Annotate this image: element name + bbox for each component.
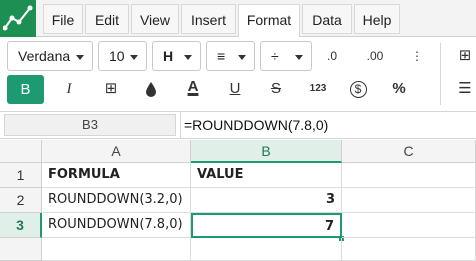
menu-format[interactable]: Format bbox=[238, 4, 300, 38]
select-all-corner[interactable] bbox=[0, 140, 42, 163]
bold-button[interactable]: B bbox=[7, 75, 44, 104]
table-icon[interactable]: ⊞ bbox=[451, 42, 476, 70]
italic-icon[interactable]: I bbox=[55, 75, 83, 103]
formula-input[interactable]: =ROUNDDOWN(7.8,0) bbox=[184, 114, 328, 136]
menu-view[interactable]: View bbox=[131, 4, 179, 34]
number-format-icon[interactable]: 123 bbox=[304, 75, 332, 103]
chevron-down-icon bbox=[76, 55, 84, 60]
cell-c3[interactable] bbox=[342, 213, 476, 238]
list-icon[interactable]: ☰ bbox=[451, 75, 476, 103]
decrease-decimals-icon[interactable]: .0 bbox=[318, 42, 346, 70]
row-header-3[interactable]: 3 bbox=[0, 213, 42, 238]
menu-help[interactable]: Help bbox=[354, 4, 400, 34]
font-size-select[interactable]: 10 bbox=[98, 41, 147, 71]
currency-icon[interactable]: $ bbox=[344, 75, 372, 103]
menu-data[interactable]: Data bbox=[302, 4, 352, 34]
merge-cells-icon: ÷ bbox=[271, 48, 279, 64]
vertical-align-select[interactable]: ≡ bbox=[206, 41, 255, 71]
cell-a3[interactable]: ROUNDDOWN(7.8,0) bbox=[42, 213, 191, 238]
spreadsheet-grid: A B C 1 FORMULA VALUE 2 ROUNDDOWN(3.2,0)… bbox=[0, 140, 476, 261]
cell-b3[interactable]: 7 bbox=[191, 213, 342, 238]
cell-c2[interactable] bbox=[342, 188, 476, 213]
chevron-down-icon bbox=[295, 55, 303, 60]
borders-icon[interactable]: ⊞ bbox=[97, 75, 125, 103]
currency-symbol: $ bbox=[349, 81, 367, 98]
cell-b2[interactable]: 3 bbox=[191, 188, 342, 213]
column-header-c[interactable]: C bbox=[342, 140, 476, 163]
font-family-select[interactable]: Verdana bbox=[7, 41, 93, 71]
formula-bar-divider bbox=[180, 112, 181, 139]
text-color-icon[interactable]: A bbox=[179, 73, 207, 101]
toolbar-divider bbox=[440, 43, 441, 105]
strikethrough-icon[interactable]: S bbox=[262, 75, 290, 103]
toolbar: Verdana 10 H ≡ ÷ .0 .00 ⋮ ⊞ B I ⊞ A U S … bbox=[0, 37, 476, 111]
formula-bar: B3 =ROUNDDOWN(7.8,0) bbox=[0, 111, 476, 139]
row-header-2[interactable]: 2 bbox=[0, 188, 42, 213]
menu-edit[interactable]: Edit bbox=[85, 4, 129, 34]
cell-c4[interactable] bbox=[342, 238, 476, 261]
app-logo-icon bbox=[3, 5, 33, 31]
cell-b4[interactable] bbox=[191, 238, 342, 261]
column-header-b[interactable]: B bbox=[191, 140, 342, 163]
fill-color-icon[interactable] bbox=[137, 75, 165, 103]
cell-a1[interactable]: FORMULA bbox=[42, 163, 191, 188]
align-horizontal-icon: H bbox=[163, 48, 174, 64]
font-size-value: 10 bbox=[109, 48, 125, 64]
row-header-1[interactable]: 1 bbox=[0, 163, 42, 188]
chevron-down-icon bbox=[130, 55, 138, 60]
menu-insert[interactable]: Insert bbox=[181, 4, 236, 34]
cell-reference-box[interactable]: B3 bbox=[4, 114, 176, 136]
cell-c1[interactable] bbox=[342, 163, 476, 188]
cell-b1[interactable]: VALUE bbox=[191, 163, 342, 188]
chevron-down-icon bbox=[238, 55, 246, 60]
menu-file[interactable]: File bbox=[43, 4, 83, 34]
cell-a4[interactable] bbox=[42, 238, 191, 261]
percent-icon[interactable]: % bbox=[385, 75, 413, 103]
menu-bar: File Edit View Insert Format Data Help bbox=[0, 0, 476, 38]
more-formats-icon[interactable]: ⋮ bbox=[403, 42, 431, 70]
underline-icon[interactable]: U bbox=[221, 75, 249, 103]
horizontal-align-select[interactable]: H bbox=[152, 41, 201, 71]
merge-cells-select[interactable]: ÷ bbox=[260, 41, 312, 71]
align-vertical-icon: ≡ bbox=[217, 48, 226, 64]
cell-a2[interactable]: ROUNDDOWN(3.2,0) bbox=[42, 188, 191, 213]
increase-decimals-icon[interactable]: .00 bbox=[361, 42, 389, 70]
font-family-value: Verdana bbox=[18, 48, 71, 64]
row-header-4[interactable] bbox=[0, 238, 42, 261]
column-header-a[interactable]: A bbox=[42, 140, 191, 163]
chevron-down-icon bbox=[184, 55, 192, 60]
app-logo bbox=[0, 0, 36, 37]
